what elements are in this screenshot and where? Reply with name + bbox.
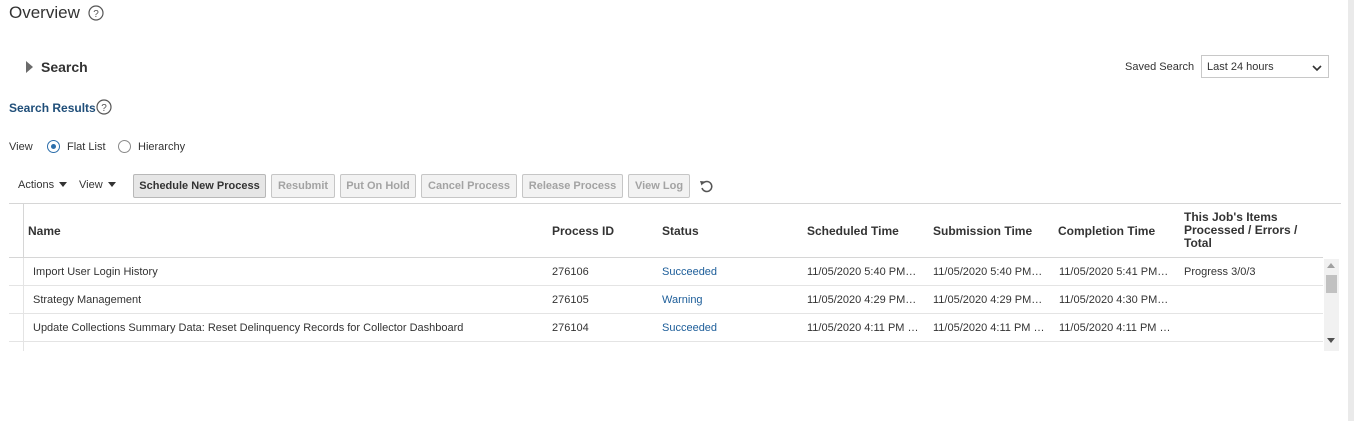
- column-header-items-processed[interactable]: This Job's Items Processed / Errors / To…: [1184, 211, 1312, 250]
- overview-help-icon[interactable]: ?: [88, 5, 104, 21]
- row-grip: [9, 314, 24, 341]
- release-process-button[interactable]: Release Process: [522, 174, 623, 198]
- table-row[interactable]: Update Collections Summary Data: Reset D…: [9, 314, 1323, 342]
- column-header-name[interactable]: Name: [28, 224, 61, 238]
- row-grip: [9, 286, 24, 313]
- hierarchy-radio[interactable]: [118, 140, 131, 153]
- chevron-down-icon: [1312, 63, 1322, 75]
- cell-process-id: 276104: [552, 322, 589, 334]
- cell-submission: 11/05/2020 4:11 PM UTC: [933, 322, 1045, 334]
- cell-submission: 11/05/2020 4:29 PM UTC: [933, 294, 1045, 306]
- page-scrollbar[interactable]: [1348, 0, 1354, 421]
- cell-submission: 11/05/2020 5:40 PM UTC: [933, 266, 1045, 278]
- search-disclosure[interactable]: Search: [24, 58, 104, 76]
- table-row[interactable]: Update Collections Summary Data: Add Del…: [9, 342, 1323, 351]
- actions-menu-label: Actions: [18, 179, 55, 191]
- put-on-hold-button[interactable]: Put On Hold: [340, 174, 416, 198]
- cell-completion: 11/05/2020 5:41 PM UTC: [1059, 266, 1171, 278]
- column-header-submission-time[interactable]: Submission Time: [933, 224, 1032, 238]
- scroll-down-arrow-icon[interactable]: [1327, 338, 1335, 343]
- caret-down-icon: [59, 182, 68, 187]
- cell-process-id: 276106: [552, 266, 589, 278]
- cell-status[interactable]: Succeeded: [662, 350, 717, 351]
- column-header-process-id[interactable]: Process ID: [552, 224, 614, 238]
- column-header-completion-time[interactable]: Completion Time: [1058, 224, 1155, 238]
- svg-text:?: ?: [101, 103, 107, 114]
- cell-status[interactable]: Warning: [662, 294, 703, 306]
- cell-process-id: 276105: [552, 294, 589, 306]
- saved-search-select[interactable]: Last 24 hours: [1201, 55, 1329, 78]
- cell-process-id: 276103: [552, 350, 589, 351]
- results-table: Name Process ID Status Scheduled Time Su…: [9, 203, 1341, 351]
- svg-text:?: ?: [93, 9, 99, 20]
- cell-status[interactable]: Succeeded: [662, 266, 717, 278]
- cell-completion: 11/05/2020 4:11 PM UTC: [1059, 322, 1171, 334]
- cell-name[interactable]: Import User Login History: [33, 266, 158, 278]
- view-menu[interactable]: View: [79, 179, 116, 191]
- cancel-process-button[interactable]: Cancel Process: [421, 174, 517, 198]
- hierarchy-label[interactable]: Hierarchy: [138, 141, 185, 153]
- cell-name[interactable]: Update Collections Summary Data: Reset D…: [33, 322, 463, 334]
- cell-scheduled: 11/05/2020 4:11 PM UTC: [807, 322, 919, 334]
- cell-name[interactable]: Update Collections Summary Data: Add Del…: [33, 350, 450, 351]
- flat-list-label[interactable]: Flat List: [67, 141, 106, 153]
- scroll-thumb[interactable]: [1326, 275, 1337, 293]
- resubmit-button[interactable]: Resubmit: [271, 174, 335, 198]
- row-grip: [9, 258, 24, 285]
- cell-scheduled: 11/05/2020 5:40 PM UTC: [807, 266, 919, 278]
- view-log-button[interactable]: View Log: [628, 174, 690, 198]
- column-header-scheduled-time[interactable]: Scheduled Time: [807, 224, 899, 238]
- cell-completion: 11/05/2020 4:11 PM UTC: [1059, 350, 1171, 351]
- saved-search-label: Saved Search: [1125, 61, 1195, 73]
- table-scrollbar[interactable]: [1324, 259, 1339, 351]
- table-top-border: [9, 203, 1341, 204]
- view-menu-label: View: [79, 179, 103, 191]
- cell-completion: 11/05/2020 4:30 PM UTC: [1059, 294, 1171, 306]
- page-title: Overview: [9, 3, 80, 22]
- header-grip: [23, 203, 24, 257]
- cell-items: Progress 3/0/3: [1184, 266, 1256, 278]
- schedule-new-process-button[interactable]: Schedule New Process: [133, 174, 266, 198]
- actions-menu[interactable]: Actions: [18, 179, 68, 191]
- search-results-title: Search Results: [9, 101, 96, 115]
- view-toggle: View Flat List Hierarchy: [9, 140, 209, 156]
- table-row[interactable]: Strategy Management 276105 Warning 11/05/20…: [9, 286, 1323, 314]
- cell-scheduled: 11/05/2020 4:11 PM UTC: [807, 350, 919, 351]
- table-row[interactable]: Import User Login History 276106 Succeeded…: [9, 258, 1323, 286]
- cell-status[interactable]: Succeeded: [662, 322, 717, 334]
- caret-down-icon: [107, 182, 116, 187]
- search-section-label: Search: [41, 59, 88, 75]
- results-help-icon[interactable]: ?: [96, 99, 112, 115]
- scroll-up-arrow-icon[interactable]: [1327, 263, 1335, 268]
- refresh-icon[interactable]: [699, 179, 714, 197]
- cell-name[interactable]: Strategy Management: [33, 294, 141, 306]
- triangle-right-icon: [26, 61, 34, 76]
- results-toolbar: Actions View Schedule New Process Resubm…: [9, 174, 1339, 198]
- saved-search-value: Last 24 hours: [1207, 61, 1274, 73]
- cell-submission: 11/05/2020 4:11 PM UTC: [933, 350, 1045, 351]
- row-grip: [9, 342, 24, 351]
- view-toggle-label: View: [9, 141, 33, 153]
- flat-list-radio[interactable]: [47, 140, 60, 153]
- column-header-status[interactable]: Status: [662, 224, 699, 238]
- cell-scheduled: 11/05/2020 4:29 PM UTC: [807, 294, 919, 306]
